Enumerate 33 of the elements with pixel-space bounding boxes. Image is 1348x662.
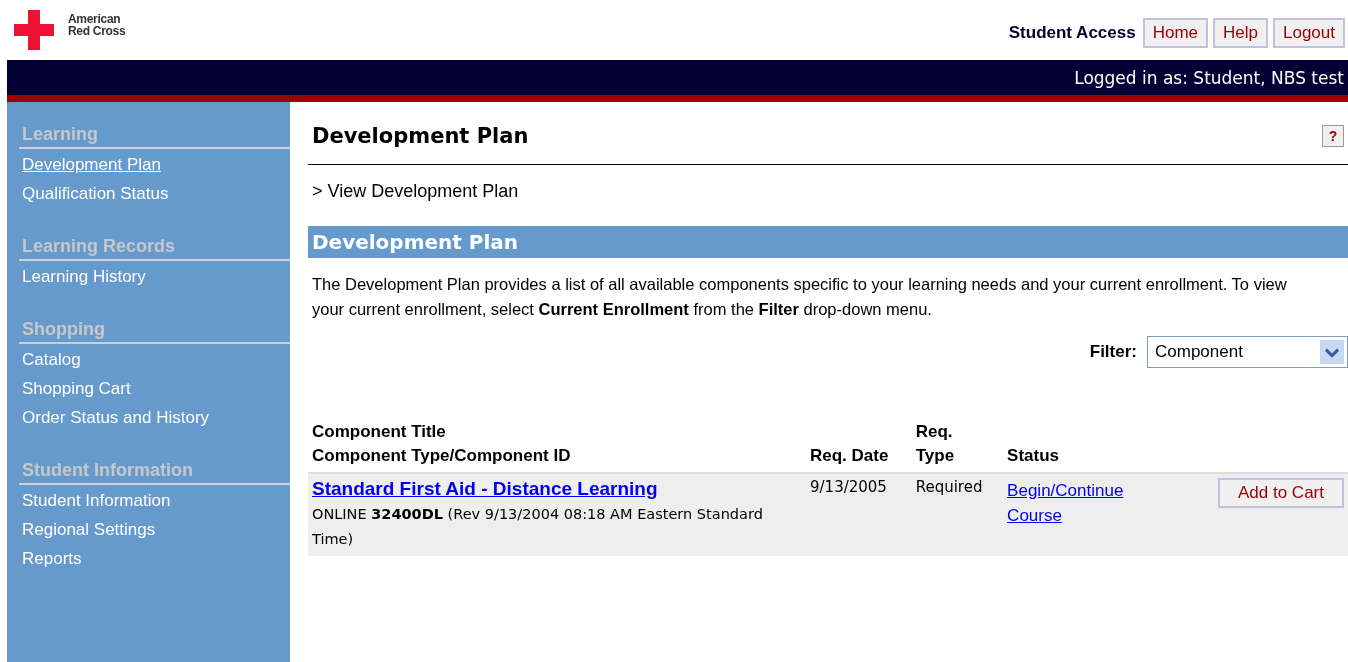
help-button[interactable]: ? <box>1322 125 1344 147</box>
nav-button[interactable]: Help <box>1213 18 1268 48</box>
sidebar-heading: Student Information <box>19 460 290 485</box>
chevron-down-icon <box>1320 340 1344 364</box>
sidebar-link[interactable]: Catalog <box>7 344 290 373</box>
page-title: Development Plan <box>312 124 529 148</box>
req-date: 9/13/2005 <box>810 478 887 496</box>
req-type: Required <box>915 478 983 496</box>
filter-label: Filter: <box>1089 342 1137 362</box>
add-to-cart-button[interactable]: Add to Cart <box>1218 478 1344 508</box>
sidebar-link[interactable]: Regional Settings <box>7 514 290 543</box>
sidebar-link[interactable]: Qualification Status <box>7 178 290 207</box>
sidebar-link[interactable]: Order Status and History <box>7 402 290 431</box>
portal-title: Student Access <box>1008 23 1136 43</box>
sidebar-heading: Learning <box>19 124 290 149</box>
filter-dropdown[interactable]: Component <box>1147 336 1348 368</box>
section-header: Development Plan <box>308 226 1348 258</box>
sidebar-link[interactable]: Shopping Cart <box>7 373 290 402</box>
sidebar-heading: Learning Records <box>19 236 290 261</box>
sidebar-link[interactable]: Learning History <box>7 261 290 290</box>
breadcrumb: > View Development Plan <box>311 180 520 203</box>
nav-button[interactable]: Logout <box>1273 18 1345 48</box>
sidebar-link[interactable]: Student Information <box>7 485 290 514</box>
component-link[interactable]: Standard First Aid - Distance Learning <box>312 478 658 499</box>
cross-logo-icon <box>14 10 54 50</box>
sidebar-link[interactable]: Development Plan <box>7 149 290 178</box>
sidebar-heading: Shopping <box>19 319 290 344</box>
logged-in-text: Logged in as: Student, NBS test <box>1074 67 1345 88</box>
logo-text: American Red Cross <box>68 13 126 37</box>
description-text: The Development Plan provides a list of all available components specific to your learning needs and your current enrollment. To view your current enrollment, select Current Enrollment from the Filter drop-down menu. <box>312 274 1288 320</box>
sidebar-link[interactable]: Reports <box>7 543 290 572</box>
component-details: ONLINE 32400DL (Rev 9/13/2004 08:18 AM Eastern Standard Time) <box>312 505 764 549</box>
nav-button[interactable]: Home <box>1142 18 1209 48</box>
